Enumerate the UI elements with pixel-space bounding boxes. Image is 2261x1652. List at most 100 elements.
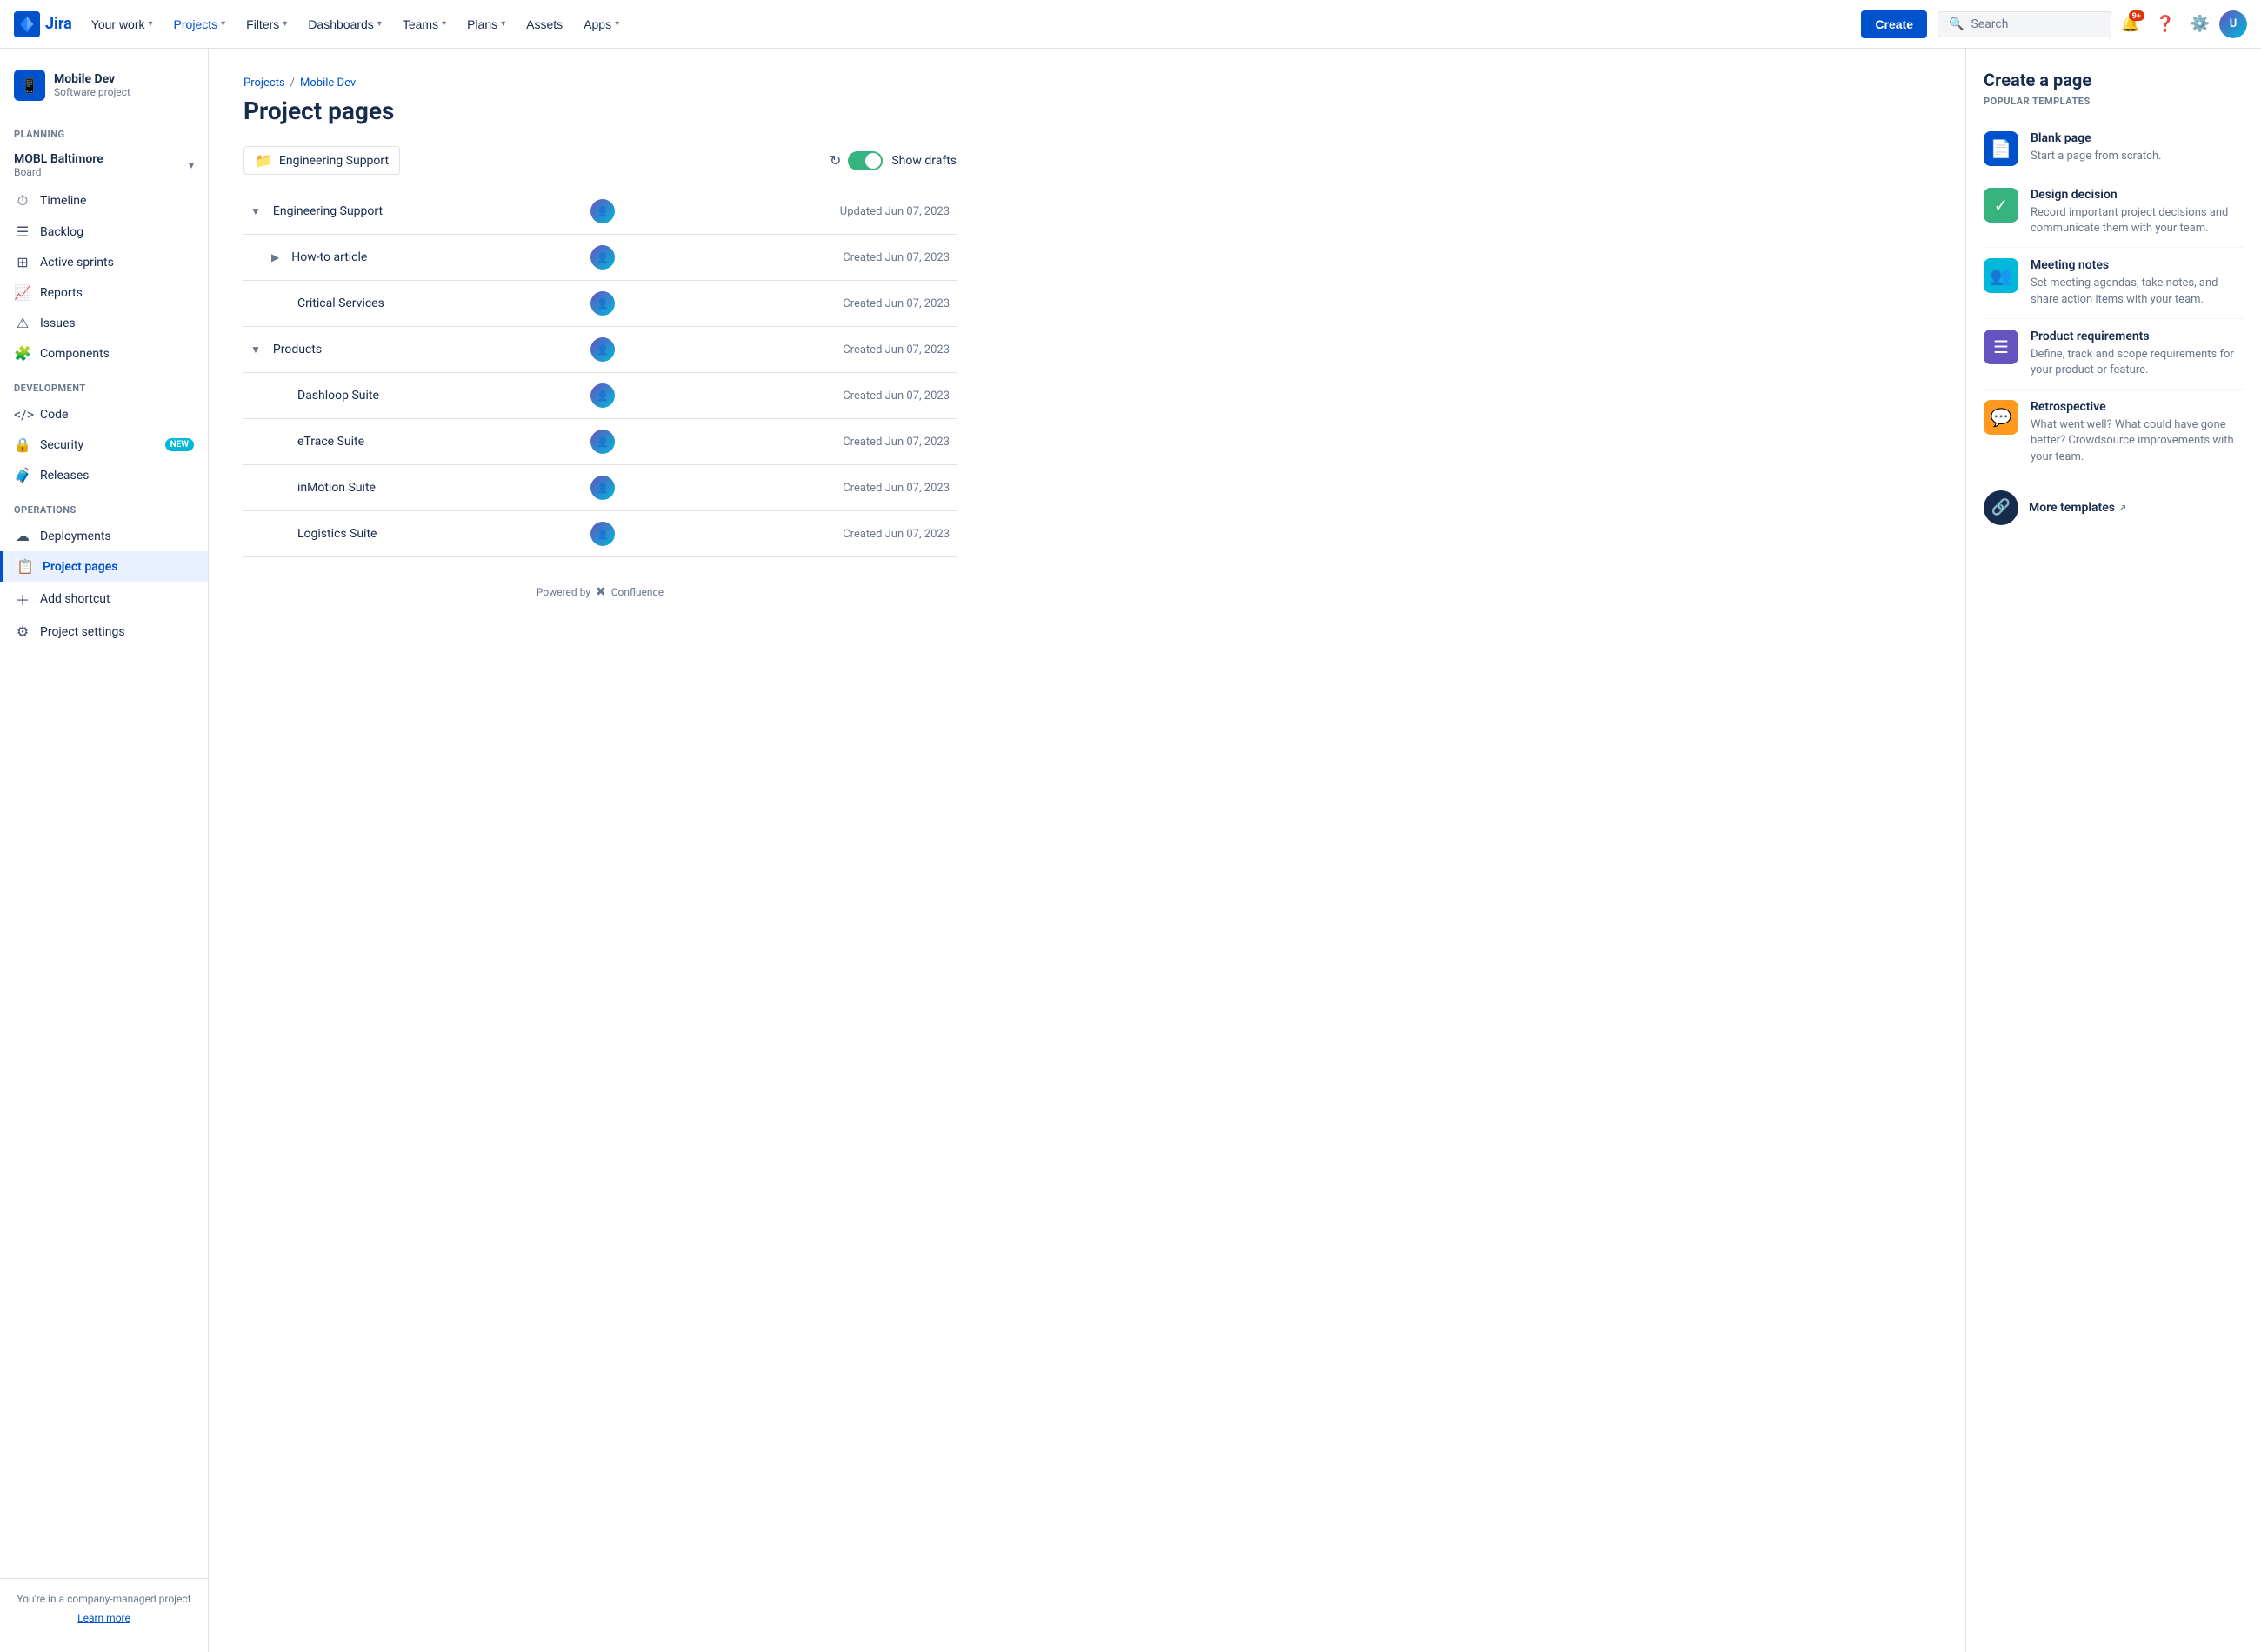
meeting-notes-template-icon: 👥 (1984, 258, 2018, 293)
main-inner: Projects / Mobile Dev Project pages 📁 En… (209, 49, 991, 641)
template-item-blank[interactable]: 📄 Blank page Start a page from scratch. (1984, 121, 2244, 177)
backlog-icon: ☰ (14, 223, 31, 240)
page-name: Engineering Support (273, 204, 383, 218)
page-title-link[interactable]: ▼ Engineering Support (250, 204, 577, 218)
operations-section-label: OPERATIONS (0, 490, 208, 521)
page-name: Products (273, 343, 322, 356)
topnav-icons: 🔔 9+ ❓ ⚙️ U (2115, 9, 2247, 40)
sidebar-item-add-shortcut[interactable]: ＋ Add shortcut (0, 582, 208, 616)
breadcrumb-projects[interactable]: Projects (243, 77, 285, 90)
main-content: Projects / Mobile Dev Project pages 📁 En… (209, 49, 1965, 1652)
help-button[interactable]: ❓ (2150, 9, 2181, 40)
external-link-icon: ↗ (2118, 502, 2126, 514)
search-box[interactable]: 🔍 Search (1938, 11, 2111, 37)
user-avatar[interactable]: U (2219, 10, 2247, 38)
sidebar-item-components-label: Components (40, 347, 194, 361)
sidebar-item-project-settings-label: Project settings (40, 625, 194, 639)
page-title-link[interactable]: inMotion Suite (271, 481, 577, 495)
projects-menu[interactable]: Projects ▾ (165, 12, 235, 37)
show-drafts-toggle[interactable] (848, 151, 883, 170)
toolbar-right: ↻ Show drafts (830, 151, 957, 170)
template-item-design-decision[interactable]: ✓ Design decision Record important proje… (1984, 177, 2244, 248)
sidebar-item-deployments[interactable]: ☁ Deployments (0, 521, 208, 551)
design-decision-template-name: Design decision (2031, 188, 2244, 202)
engineering-support-badge[interactable]: 📁 Engineering Support (243, 146, 400, 175)
page-date: Updated Jun 07, 2023 (671, 189, 957, 235)
notifications-button[interactable]: 🔔 9+ (2115, 9, 2146, 40)
expand-right-icon[interactable]: ▶ (271, 251, 279, 263)
page-author-avatar: 👤 (590, 383, 615, 408)
expand-down-icon[interactable]: ▼ (250, 343, 261, 356)
more-templates-item[interactable]: 🔗 More templates ↗ (1984, 476, 2244, 539)
assets-menu[interactable]: Assets (517, 12, 571, 37)
board-chevron-icon: ▾ (189, 159, 194, 171)
page-title-link[interactable]: Logistics Suite (271, 527, 577, 541)
sidebar-item-project-pages[interactable]: 📋 Project pages (0, 551, 208, 582)
sidebar-item-releases[interactable]: 🧳 Releases (0, 460, 208, 490)
learn-more-link[interactable]: Learn more (0, 1612, 208, 1624)
page-date: Created Jun 07, 2023 (671, 327, 957, 373)
topnav: Jira Your work ▾ Projects ▾ Filters ▾ Da… (0, 0, 2261, 49)
blank-template-icon: 📄 (1984, 131, 2018, 166)
create-button[interactable]: Create (1861, 10, 1927, 38)
jira-wordmark: Jira (45, 15, 72, 33)
sidebar-item-issues[interactable]: ⚠ Issues (0, 308, 208, 338)
template-item-product-req[interactable]: ☰ Product requirements Define, track and… (1984, 319, 2244, 390)
board-name: MOBL Baltimore (14, 152, 103, 166)
your-work-chevron-icon: ▾ (149, 19, 153, 29)
sidebar-item-active-sprints-label: Active sprints (40, 256, 194, 270)
template-item-meeting-notes[interactable]: 👥 Meeting notes Set meeting agendas, tak… (1984, 248, 2244, 318)
dashboards-menu[interactable]: Dashboards ▾ (299, 12, 390, 37)
plans-menu[interactable]: Plans ▾ (458, 12, 514, 37)
sidebar-item-code[interactable]: </> Code (0, 399, 208, 430)
breadcrumb-mobile-dev[interactable]: Mobile Dev (300, 77, 356, 90)
sidebar-item-reports[interactable]: 📈 Reports (0, 277, 208, 308)
meeting-notes-template-desc: Set meeting agendas, take notes, and sha… (2031, 276, 2244, 307)
apps-menu[interactable]: Apps ▾ (575, 12, 628, 37)
powered-by: Powered by ✖ Confluence (243, 557, 957, 613)
teams-menu[interactable]: Teams ▾ (394, 12, 455, 37)
template-item-retrospective[interactable]: 💬 Retrospective What went well? What cou… (1984, 390, 2244, 476)
page-title-link[interactable]: ▼ Products (250, 343, 577, 356)
main-layout: 📱 Mobile Dev Software project PLANNING M… (0, 49, 2261, 1652)
search-icon: 🔍 (1949, 17, 1964, 31)
active-sprints-icon: ⊞ (14, 254, 31, 270)
components-icon: 🧩 (14, 345, 31, 362)
product-req-template-icon: ☰ (1984, 330, 2018, 364)
table-row: Critical Services 👤 Created Jun 07, 2023 (243, 281, 957, 327)
filters-menu[interactable]: Filters ▾ (237, 12, 296, 37)
settings-button[interactable]: ⚙️ (2184, 9, 2216, 40)
expand-down-icon[interactable]: ▼ (250, 205, 261, 217)
page-author-avatar: 👤 (590, 245, 615, 270)
sidebar-item-backlog[interactable]: ☰ Backlog (0, 216, 208, 247)
right-panel: Create a page POPULAR TEMPLATES 📄 Blank … (1965, 49, 2261, 1652)
page-title-link[interactable]: eTrace Suite (271, 435, 577, 449)
issues-icon: ⚠ (14, 315, 31, 331)
confluence-icon: ✖ (596, 585, 606, 599)
plans-chevron-icon: ▾ (501, 19, 505, 29)
security-new-badge: NEW (165, 438, 194, 451)
sidebar-item-add-shortcut-label: Add shortcut (40, 592, 194, 606)
sidebar-item-active-sprints[interactable]: ⊞ Active sprints (0, 247, 208, 277)
refresh-icon[interactable]: ↻ (830, 152, 841, 169)
board-selector[interactable]: MOBL Baltimore Board ▾ (0, 145, 208, 185)
sidebar-item-code-label: Code (40, 408, 194, 422)
sidebar-item-timeline[interactable]: ⏱ Timeline (0, 185, 208, 216)
table-row: inMotion Suite 👤 Created Jun 07, 2023 (243, 465, 957, 511)
jira-logo[interactable]: Jira (14, 11, 72, 37)
sidebar-item-security[interactable]: 🔒 Security NEW (0, 430, 208, 460)
your-work-menu[interactable]: Your work ▾ (83, 12, 162, 37)
more-templates-icon: 🔗 (1984, 490, 2018, 525)
page-date: Created Jun 07, 2023 (671, 465, 957, 511)
page-title-link[interactable]: ▶ How-to article (271, 250, 577, 264)
filters-chevron-icon: ▾ (283, 19, 287, 29)
sidebar-project: 📱 Mobile Dev Software project (0, 63, 208, 115)
page-name: Logistics Suite (297, 527, 377, 541)
design-decision-template-desc: Record important project decisions and c… (2031, 205, 2244, 236)
dashboards-chevron-icon: ▾ (377, 19, 382, 29)
page-toolbar: 📁 Engineering Support ↻ Show drafts (243, 146, 957, 175)
sidebar-item-components[interactable]: 🧩 Components (0, 338, 208, 369)
sidebar-item-project-settings[interactable]: ⚙ Project settings (0, 616, 208, 647)
page-title-link[interactable]: Critical Services (271, 296, 577, 310)
page-title-link[interactable]: Dashloop Suite (271, 389, 577, 403)
